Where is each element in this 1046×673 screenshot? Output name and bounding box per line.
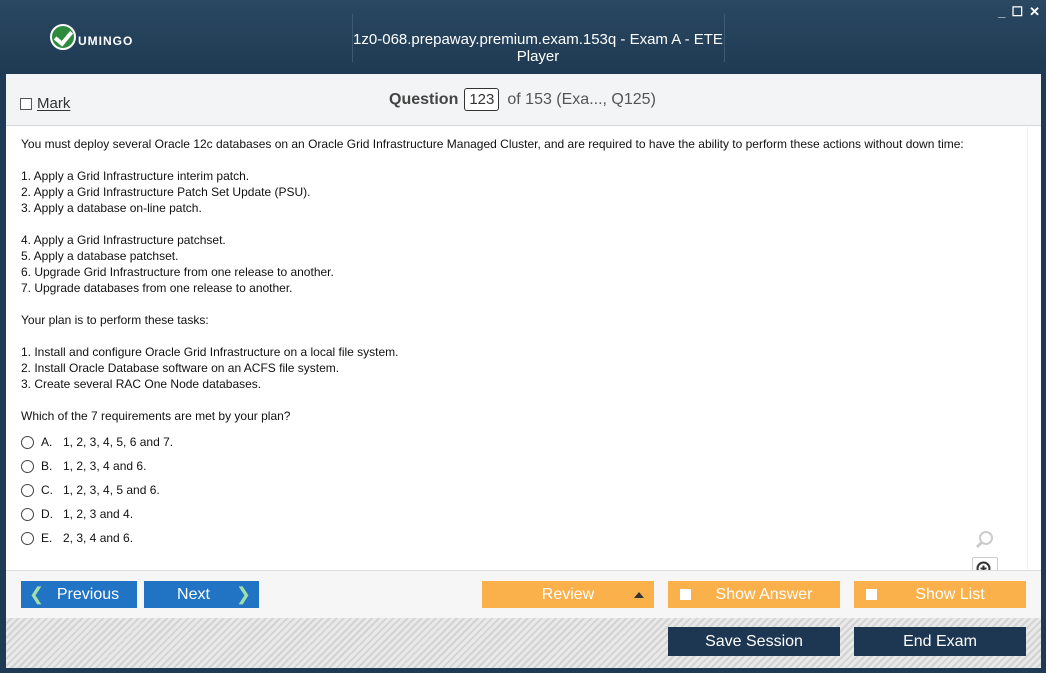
- close-icon[interactable]: ✕: [1029, 4, 1040, 20]
- navigation-bar: ❮ Previous Next ❯ Review Show Answer Sho…: [6, 570, 1041, 618]
- review-label: Review: [541, 585, 595, 603]
- next-button[interactable]: Next ❯: [144, 581, 259, 608]
- chevron-left-icon: ❮: [29, 584, 45, 604]
- radio-button[interactable]: [21, 459, 34, 473]
- content-scrollbar[interactable]: [1027, 127, 1041, 569]
- requirement-item: 6. Upgrade Grid Infrastructure from one …: [21, 265, 334, 279]
- task-item: 2. Install Oracle Database software on a…: [21, 361, 340, 375]
- mark-label: Mark: [37, 95, 71, 112]
- exam-frame: Mark Question 123 of 153 (Exa..., Q125) …: [6, 74, 1041, 668]
- requirement-item: 7. Upgrade databases from one release to…: [21, 281, 293, 295]
- option-letter: D.: [41, 507, 53, 521]
- next-label: Next: [177, 585, 210, 603]
- footer-bar: Save Session End Exam: [6, 618, 1041, 668]
- option-letter: B.: [41, 459, 53, 473]
- task-item: 3. Create several RAC One Node databases…: [21, 377, 262, 391]
- question-number-input[interactable]: 123: [464, 88, 500, 111]
- requirement-item: 1. Apply a Grid Infrastructure interim p…: [21, 169, 250, 183]
- task-item: 1. Install and configure Oracle Grid Inf…: [21, 345, 399, 359]
- save-session-button[interactable]: Save Session: [668, 627, 840, 656]
- option-text: 1, 2, 3, 4, 5, 6 and 7.: [63, 435, 174, 449]
- maximize-icon[interactable]: ☐: [1011, 4, 1023, 20]
- show-list-button[interactable]: Show List: [854, 581, 1026, 608]
- show-list-label: Show List: [915, 585, 985, 603]
- review-button[interactable]: Review: [482, 581, 654, 608]
- answer-option-c[interactable]: C. 1, 2, 3, 4, 5 and 6.: [21, 478, 1027, 502]
- title-divider-right: [724, 14, 725, 62]
- question-prompt: Which of the 7 requirements are met by y…: [21, 409, 291, 423]
- show-answer-button[interactable]: Show Answer: [668, 581, 840, 608]
- option-text: 2, 3, 4 and 6.: [63, 531, 134, 545]
- end-exam-button[interactable]: End Exam: [854, 627, 1026, 656]
- option-text: 1, 2, 3, 4, 5 and 6.: [63, 483, 160, 497]
- caret-up-icon[interactable]: [634, 592, 644, 598]
- question-navigator: Question 123 of 153 (Exa..., Q125): [389, 88, 656, 111]
- show-list-checkbox[interactable]: [866, 589, 877, 600]
- answer-option-a[interactable]: A. 1, 2, 3, 4, 5, 6 and 7.: [21, 430, 1027, 454]
- answer-option-e[interactable]: E. 2, 3, 4 and 6.: [21, 526, 1027, 550]
- option-text: 1, 2, 3 and 4.: [63, 507, 134, 521]
- question-intro: You must deploy several Oracle 12c datab…: [21, 137, 964, 151]
- requirements-group-2: 4. Apply a Grid Infrastructure patchset.…: [21, 232, 1027, 296]
- plan-intro: Your plan is to perform these tasks:: [21, 313, 209, 327]
- option-text: 1, 2, 3, 4 and 6.: [63, 459, 147, 473]
- question-count: of 153 (Exa..., Q125): [507, 90, 656, 108]
- radio-button[interactable]: [21, 531, 34, 545]
- previous-button[interactable]: ❮ Previous: [21, 581, 137, 608]
- question-header: Mark Question 123 of 153 (Exa..., Q125): [6, 74, 1041, 126]
- question-content: You must deploy several Oracle 12c datab…: [6, 127, 1027, 613]
- window-controls: _ ☐ ✕: [998, 4, 1040, 20]
- radio-button[interactable]: [21, 483, 34, 497]
- show-answer-checkbox[interactable]: [680, 589, 691, 600]
- answer-options: A. 1, 2, 3, 4, 5, 6 and 7. B. 1, 2, 3, 4…: [21, 430, 1027, 550]
- option-letter: A.: [41, 435, 53, 449]
- show-answer-label: Show Answer: [715, 585, 813, 603]
- answer-option-d[interactable]: D. 1, 2, 3 and 4.: [21, 502, 1027, 526]
- app-logo: UMINGO: [50, 24, 133, 50]
- requirement-item: 4. Apply a Grid Infrastructure patchset.: [21, 233, 226, 247]
- minimize-icon[interactable]: _: [998, 4, 1005, 20]
- radio-button[interactable]: [21, 435, 34, 449]
- window-title: 1z0-068.prepaway.premium.exam.153q - Exa…: [353, 31, 723, 65]
- task-list: 1. Install and configure Oracle Grid Inf…: [21, 344, 1027, 392]
- requirement-item: 3. Apply a database on-line patch.: [21, 201, 202, 215]
- mark-checkbox[interactable]: Mark: [20, 95, 70, 112]
- mark-checkbox-box[interactable]: [20, 97, 32, 110]
- option-letter: C.: [41, 483, 53, 497]
- question-label: Question: [389, 90, 459, 108]
- previous-label: Previous: [56, 585, 120, 603]
- requirements-group-1: 1. Apply a Grid Infrastructure interim p…: [21, 168, 1027, 216]
- radio-button[interactable]: [21, 507, 34, 521]
- check-logo-icon: [50, 24, 76, 50]
- chevron-right-icon: ❯: [235, 584, 251, 604]
- magnifier-icon[interactable]: [972, 527, 998, 553]
- logo-text: UMINGO: [78, 34, 134, 48]
- requirement-item: 5. Apply a database patchset.: [21, 249, 179, 263]
- option-letter: E.: [41, 531, 53, 545]
- requirement-item: 2. Apply a Grid Infrastructure Patch Set…: [21, 185, 311, 199]
- answer-option-b[interactable]: B. 1, 2, 3, 4 and 6.: [21, 454, 1027, 478]
- title-bar: UMINGO 1z0-068.prepaway.premium.exam.153…: [0, 0, 1046, 74]
